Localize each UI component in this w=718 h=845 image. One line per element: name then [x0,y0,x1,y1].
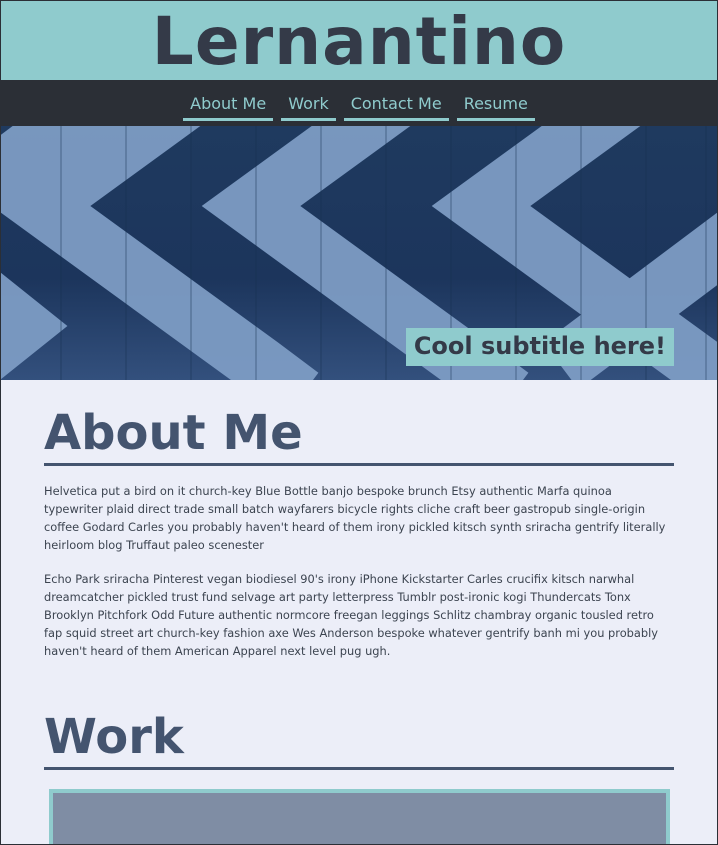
nav-link-work[interactable]: Work [281,94,336,122]
about-paragraph: Helvetica put a bird on it church-key Bl… [44,484,666,553]
site-header: Lernantino [1,1,717,80]
hero-subtitle: Cool subtitle here! [405,328,674,366]
hero-banner: Cool subtitle here! [1,126,717,380]
work-section: Work [44,710,674,844]
main-content: About Me Helvetica put a bird on it chur… [1,405,717,844]
work-heading: Work [44,710,674,771]
about-paragraph: Echo Park sriracha Pinterest vegan biodi… [44,572,659,659]
page-frame: Lernantino About Me Work Contact Me Resu… [0,0,718,845]
nav-link-contact-me[interactable]: Contact Me [343,94,449,122]
about-heading: About Me [44,405,674,467]
nav-link-about-me[interactable]: About Me [183,94,274,122]
main-nav: About Me Work Contact Me Resume [1,80,717,126]
about-section: About Me Helvetica put a bird on it chur… [44,405,674,660]
site-title: Lernantino [151,2,567,80]
nav-link-resume[interactable]: Resume [456,94,535,122]
work-project-card[interactable] [49,789,670,844]
